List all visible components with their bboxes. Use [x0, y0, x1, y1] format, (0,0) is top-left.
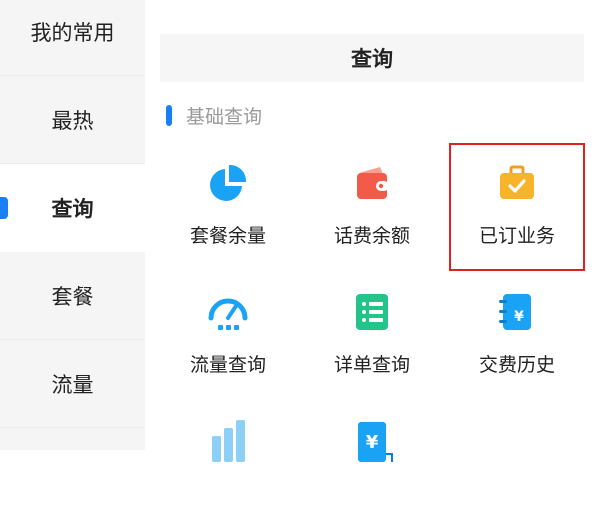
category-sidebar: 我的常用 最热 查询 套餐 流量: [0, 0, 145, 450]
sidebar-item-package[interactable]: 套餐: [0, 252, 145, 340]
sidebar-item-query[interactable]: 查询: [0, 164, 145, 252]
yen-document-icon: ¥: [358, 422, 393, 462]
grid-item-package-balance[interactable]: 套餐余量: [158, 143, 298, 255]
active-indicator: [0, 197, 8, 219]
sidebar-item-label: 最热: [51, 108, 94, 133]
bar-chart-icon: [212, 420, 245, 462]
highlight-box: [449, 143, 585, 271]
grid-item-label: 详单查询: [333, 354, 410, 376]
wallet-icon: [357, 167, 389, 199]
sidebar-item-favorites[interactable]: 我的常用: [0, 0, 145, 76]
speedometer-icon: [208, 298, 248, 330]
grid-item-traffic-query[interactable]: 流量查询: [158, 272, 298, 384]
sidebar-item-traffic[interactable]: 流量: [0, 340, 145, 428]
sidebar-item-label: 查询: [51, 196, 94, 221]
section-title: 基础查询: [186, 105, 263, 128]
grid-item-detail-query[interactable]: 详单查询: [302, 272, 442, 384]
section-header: 基础查询: [166, 100, 262, 130]
grid-item-phone-balance[interactable]: 话费余额: [302, 143, 442, 255]
payment-notebook-icon: ¥: [499, 294, 531, 330]
section-marker: [166, 104, 172, 126]
list-document-icon: [356, 294, 388, 330]
grid-item-yen-document[interactable]: ¥: [302, 400, 442, 512]
grid-item-payment-history[interactable]: ¥ 交费历史: [447, 272, 587, 384]
grid-item-label: 套餐余量: [189, 225, 266, 247]
sidebar-item-label: 我的常用: [30, 20, 115, 45]
page-title: 查询: [160, 34, 584, 82]
grid-item-label: 交费历史: [478, 354, 555, 376]
sidebar-item-label: 套餐: [51, 284, 94, 309]
grid-item-label: 话费余额: [333, 225, 410, 247]
grid-item-bar-chart[interactable]: [158, 400, 298, 512]
sidebar-item-hot[interactable]: 最热: [0, 76, 145, 164]
sidebar-item-label: 流量: [51, 372, 94, 397]
grid-item-label: 流量查询: [189, 354, 266, 376]
svg-text:¥: ¥: [514, 309, 524, 325]
pie-chart-icon: [210, 164, 247, 201]
